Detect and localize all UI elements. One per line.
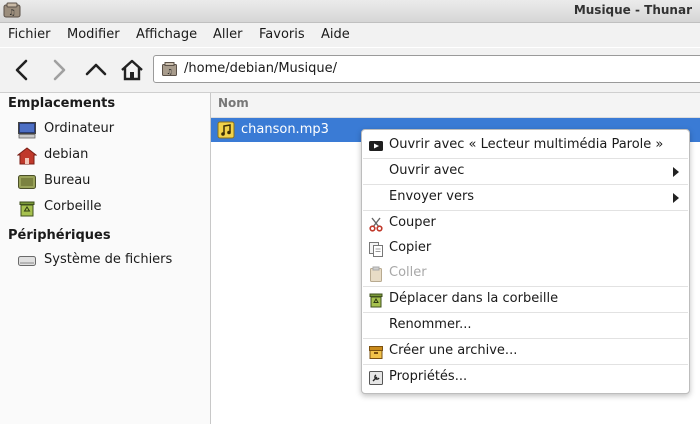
menu-favoris[interactable]: Favoris xyxy=(259,27,305,42)
file-name: chanson.mp3 xyxy=(241,122,329,137)
menu-item-open-with[interactable]: Ouvrir avec xyxy=(362,159,689,183)
copy-icon xyxy=(369,242,383,257)
location-bar[interactable]: ♫ /home/debian/Musique/ xyxy=(153,55,700,83)
column-header-label: Nom xyxy=(218,96,249,110)
paste-icon xyxy=(370,266,382,282)
menu-item-label: Créer une archive... xyxy=(389,343,518,358)
sidebar-item-label: Bureau xyxy=(44,173,91,188)
devices-header: Périphériques xyxy=(8,228,111,243)
menu-bar: Fichier Modifier Affichage Aller Favoris… xyxy=(0,23,700,47)
menu-item-cut[interactable]: Couper xyxy=(362,211,689,235)
desktop-icon xyxy=(18,175,36,189)
home-icon[interactable] xyxy=(120,58,144,82)
media-player-icon xyxy=(369,141,383,151)
archive-icon xyxy=(369,346,383,359)
drive-icon xyxy=(18,256,36,266)
sidebar-item-label: Système de fichiers xyxy=(44,252,173,267)
menu-item-move-to-trash[interactable]: Déplacer dans la corbeille xyxy=(362,287,689,311)
svg-text:♫: ♫ xyxy=(8,8,15,17)
column-header-name[interactable]: Nom xyxy=(211,93,700,118)
menu-item-open-with-parole[interactable]: Ouvrir avec « Lecteur multimédia Parole … xyxy=(362,133,689,157)
menu-item-label: Déplacer dans la corbeille xyxy=(389,291,559,306)
submenu-arrow-icon xyxy=(673,193,679,203)
submenu-arrow-icon xyxy=(673,167,679,177)
menu-item-send-to[interactable]: Envoyer vers xyxy=(362,185,689,209)
menu-item-label: Coller xyxy=(389,265,427,280)
toolbar: ♫ /home/debian/Musique/ xyxy=(0,48,700,93)
menu-item-paste: Coller xyxy=(362,261,689,285)
sidebar-item-systeme-de-fichiers[interactable]: Système de fichiers xyxy=(17,251,207,271)
sidebar-item-label: Corbeille xyxy=(44,199,102,214)
sidebar-item-label: debian xyxy=(44,147,89,162)
computer-icon xyxy=(18,122,36,139)
location-path: /home/debian/Musique/ xyxy=(184,61,338,76)
sidebar-item-bureau[interactable]: Bureau xyxy=(17,172,207,192)
menu-item-label: Copier xyxy=(389,240,432,255)
menu-aide[interactable]: Aide xyxy=(321,27,350,42)
window-title: Musique - Thunar xyxy=(573,3,692,17)
menu-item-label: Ouvrir avec xyxy=(389,163,465,178)
menu-item-properties[interactable]: Propriétés... xyxy=(362,365,689,389)
sidebar-item-ordinateur[interactable]: Ordinateur xyxy=(17,120,207,140)
title-bar: ♫ Musique - Thunar xyxy=(0,0,700,23)
menu-aller[interactable]: Aller xyxy=(213,27,242,42)
menu-item-label: Propriétés... xyxy=(389,369,468,384)
sidebar-item-corbeille[interactable]: Corbeille xyxy=(17,198,207,218)
menu-item-label: Renommer... xyxy=(389,317,472,332)
back-arrow-icon[interactable] xyxy=(11,58,35,82)
context-menu: Ouvrir avec « Lecteur multimédia Parole … xyxy=(361,129,690,394)
places-header: Emplacements xyxy=(8,96,116,111)
scissors-icon xyxy=(369,217,383,232)
file-manager-icon: ♫ xyxy=(3,2,21,18)
svg-text:♫: ♫ xyxy=(166,68,172,76)
audio-file-icon xyxy=(217,121,235,139)
menu-modifier[interactable]: Modifier xyxy=(67,27,120,42)
up-arrow-icon[interactable] xyxy=(84,58,108,82)
menu-item-label: Ouvrir avec « Lecteur multimédia Parole … xyxy=(389,137,664,152)
properties-icon xyxy=(369,371,383,385)
trash-icon xyxy=(19,201,35,217)
music-folder-icon: ♫ xyxy=(162,62,177,76)
sidebar: Emplacements Ordinateur debian Bureau Co… xyxy=(0,93,211,424)
menu-item-label: Envoyer vers xyxy=(389,189,475,204)
sidebar-item-label: Ordinateur xyxy=(44,121,115,136)
home-folder-icon xyxy=(17,147,37,165)
forward-arrow-icon[interactable] xyxy=(46,58,70,82)
trash-icon xyxy=(369,293,383,308)
menu-item-create-archive[interactable]: Créer une archive... xyxy=(362,339,689,363)
menu-item-copy[interactable]: Copier xyxy=(362,236,689,260)
menu-item-rename[interactable]: Renommer... xyxy=(362,313,689,337)
menu-affichage[interactable]: Affichage xyxy=(136,27,197,42)
sidebar-item-debian[interactable]: debian xyxy=(17,146,207,166)
menu-item-label: Couper xyxy=(389,215,436,230)
menu-fichier[interactable]: Fichier xyxy=(8,27,51,42)
